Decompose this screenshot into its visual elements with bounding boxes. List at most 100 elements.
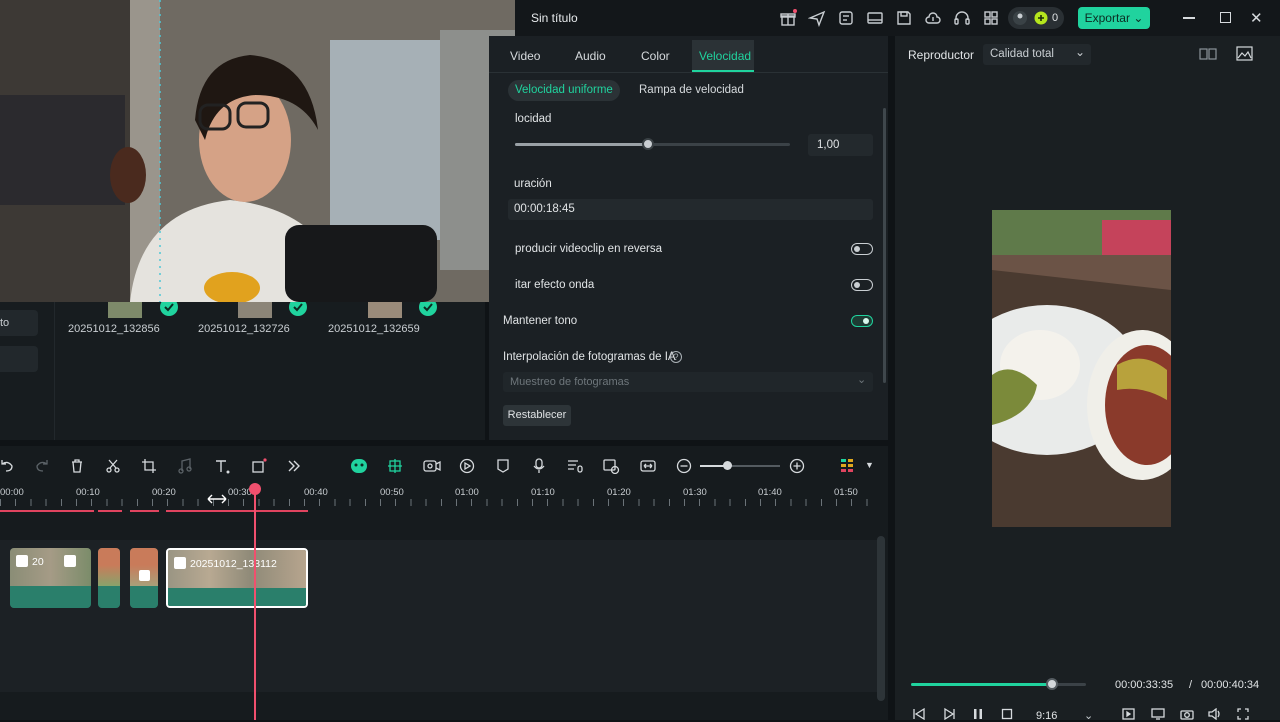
- media-thumbnail[interactable]: [108, 302, 142, 318]
- properties-scrollbar[interactable]: [883, 108, 886, 383]
- total-time: 00:00:40:34: [1201, 679, 1260, 691]
- tab-speed[interactable]: Velocidad: [699, 49, 751, 63]
- clip-title: 20: [32, 556, 44, 568]
- credits-count: 0: [1052, 12, 1059, 24]
- play-icon: [174, 557, 186, 569]
- side-button-label: to: [0, 317, 10, 329]
- delete-icon[interactable]: [69, 458, 85, 474]
- media-thumbnail[interactable]: [368, 302, 402, 318]
- playhead[interactable]: [254, 486, 256, 720]
- timeline-clip[interactable]: [98, 548, 120, 608]
- text-icon[interactable]: [214, 458, 230, 474]
- timeline-clip[interactable]: [130, 548, 158, 608]
- tab-video[interactable]: Video: [510, 49, 540, 63]
- help-icon[interactable]: ?: [670, 351, 682, 363]
- speed-icon[interactable]: [459, 458, 475, 474]
- zoom-slider-handle[interactable]: [723, 461, 732, 470]
- tab-audio[interactable]: Audio: [575, 49, 606, 63]
- divider: [54, 302, 55, 440]
- ai-interpolation-label: Interpolación de fotogramas de IA: [503, 351, 676, 363]
- grid-apps-icon[interactable]: [982, 9, 1000, 27]
- current-time: 00:00:33:35: [1115, 679, 1174, 691]
- zoom-out-icon[interactable]: [676, 458, 692, 474]
- media-item-name[interactable]: 20251012_132726: [198, 323, 290, 335]
- save-icon[interactable]: [895, 9, 913, 27]
- send-icon[interactable]: [808, 9, 826, 27]
- replace-media-icon[interactable]: [603, 458, 620, 474]
- side-button[interactable]: [0, 346, 38, 372]
- ripple-toggle[interactable]: [851, 279, 873, 291]
- avatar-icon: [1013, 11, 1027, 25]
- more-tools-icon[interactable]: [286, 458, 302, 474]
- playhead-handle[interactable]: [249, 483, 261, 495]
- divider: [489, 72, 888, 73]
- timeline-clip-selected[interactable]: 20251012_133112: [166, 548, 308, 608]
- cloud-upload-icon[interactable]: [924, 9, 942, 27]
- render-marker: [98, 510, 122, 512]
- interpolation-placeholder: Muestreo de fotogramas: [510, 376, 630, 388]
- voiceover-list-icon[interactable]: [567, 458, 583, 474]
- clip-thumbnail: [10, 548, 91, 586]
- duration-value: 00:00:18:45: [514, 203, 575, 215]
- ruler-label: 00:20: [152, 487, 176, 498]
- play-icon: [64, 555, 76, 567]
- redo-icon[interactable]: [33, 458, 49, 474]
- scissors-icon[interactable]: [105, 458, 121, 474]
- duration-label: uración: [514, 178, 552, 190]
- maximize-icon[interactable]: [1220, 12, 1231, 23]
- toggle-knob: [863, 317, 869, 324]
- ripple-label: itar efecto onda: [515, 279, 595, 291]
- caret-down-icon[interactable]: ▼: [865, 460, 874, 470]
- ai-face-icon[interactable]: [350, 458, 367, 474]
- microphone-icon[interactable]: [531, 458, 547, 474]
- media-item-name[interactable]: 20251012_132856: [68, 323, 160, 335]
- headset-icon[interactable]: [953, 9, 971, 27]
- render-marker: [130, 510, 159, 512]
- fit-icon[interactable]: [640, 458, 656, 474]
- reset-button[interactable]: Restablecer: [503, 405, 571, 426]
- speed-slider-fill: [515, 143, 648, 146]
- speed-slider-handle[interactable]: [642, 138, 654, 150]
- layout-icon[interactable]: [866, 9, 884, 27]
- reverse-toggle[interactable]: [851, 243, 873, 255]
- playback-scrubber[interactable]: [1046, 678, 1058, 690]
- timeline-clip[interactable]: 20: [10, 548, 91, 608]
- ruler-label: 00:40: [304, 487, 328, 498]
- media-thumbnail[interactable]: [238, 302, 272, 318]
- export-label: Exportar: [1084, 11, 1130, 25]
- quality-value: Calidad total: [990, 48, 1054, 60]
- template-icon[interactable]: [837, 9, 855, 27]
- tab-color[interactable]: Color: [641, 49, 670, 63]
- shape-icon[interactable]: [251, 458, 267, 474]
- audio-waveform: [98, 586, 120, 608]
- subtab-speed-ramp[interactable]: Rampa de velocidad: [639, 84, 744, 96]
- minimize-icon[interactable]: [1183, 17, 1195, 19]
- ai-cutout-icon[interactable]: [387, 458, 403, 474]
- timeline-scrollbar[interactable]: [877, 536, 885, 701]
- video-preview[interactable]: [992, 210, 1171, 527]
- credits-badge[interactable]: 0: [1008, 7, 1064, 29]
- subtab-uniform-speed[interactable]: Velocidad uniforme: [508, 80, 620, 101]
- keep-pitch-label: Mantener tono: [503, 315, 578, 327]
- audio-tune-icon[interactable]: [177, 458, 193, 474]
- export-button[interactable]: Exportar ⌄: [1078, 7, 1150, 29]
- webcam-overlay: [0, 0, 515, 302]
- crop-icon[interactable]: [141, 458, 157, 474]
- audio-meter-icon[interactable]: [840, 458, 856, 474]
- ruler-label: 00:10: [76, 487, 100, 498]
- undo-icon[interactable]: [0, 458, 16, 474]
- snapshot-image-icon[interactable]: [1236, 46, 1253, 61]
- ruler-label: 00:00: [0, 487, 24, 498]
- close-icon[interactable]: ✕: [1250, 9, 1263, 27]
- marker-icon[interactable]: [495, 458, 511, 474]
- compare-view-icon[interactable]: [1199, 47, 1217, 61]
- gift-icon[interactable]: [779, 9, 797, 27]
- aspect-ratio-select[interactable]: 9:16: [1036, 710, 1057, 722]
- record-video-icon[interactable]: [423, 458, 441, 474]
- preview-image: [992, 210, 1171, 527]
- side-button[interactable]: to: [0, 310, 38, 336]
- media-item-name[interactable]: 20251012_132659: [328, 323, 420, 335]
- zoom-in-icon[interactable]: [789, 458, 805, 474]
- clip-thumbnail: [98, 548, 120, 586]
- keep-pitch-toggle[interactable]: [851, 315, 873, 327]
